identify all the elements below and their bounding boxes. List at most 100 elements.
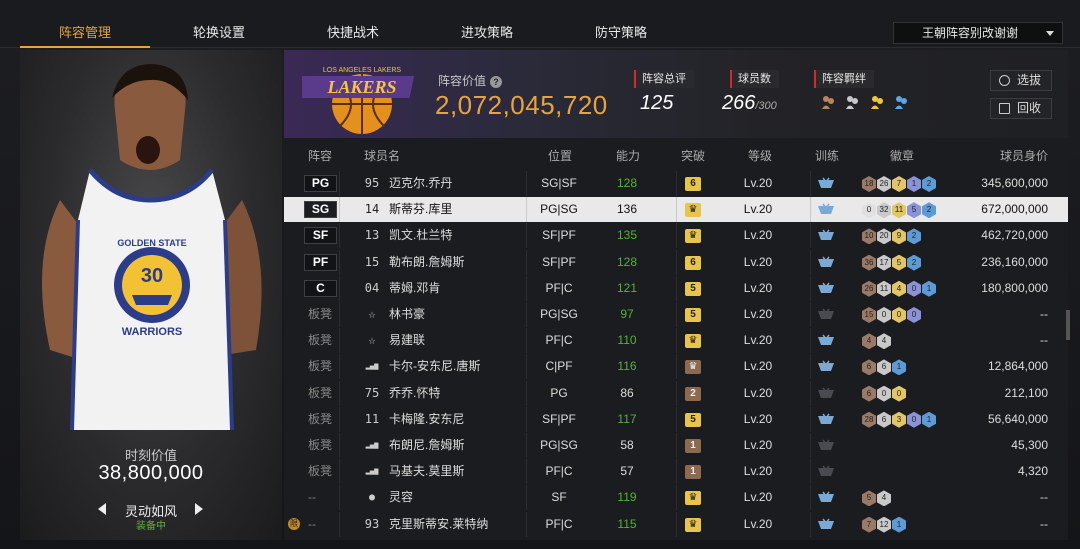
tab-offense[interactable]: 进攻策略 <box>422 0 552 48</box>
player-name[interactable]: 布朗尼.詹姆斯 <box>389 433 464 458</box>
training-icon[interactable] <box>817 360 835 373</box>
player-name[interactable]: 乔乔.怀特 <box>389 381 440 406</box>
table-row[interactable]: 板凳 75 乔乔.怀特 PG 86 2 Lv.20 6 0 0 212,100 <box>284 380 1068 406</box>
table-row[interactable]: 板凳 ▂▄▆ 布朗尼.詹姆斯 PG|SG 58 1 Lv.20 45,300 <box>284 433 1068 458</box>
tab-lineup[interactable]: 阵容管理 <box>20 0 150 48</box>
badge-list[interactable]: 0 32 11 5 2 <box>862 201 937 219</box>
select-button[interactable]: 选拔 <box>990 70 1052 91</box>
player-name[interactable]: 易建联 <box>389 328 425 353</box>
badge-list[interactable]: 36 17 5 2 <box>862 254 922 271</box>
lineup-position-box[interactable]: PG <box>304 175 337 192</box>
training-icon[interactable] <box>817 387 835 400</box>
badge-list[interactable]: 7 12 1 <box>862 516 907 533</box>
lineup-slot[interactable]: 板凳 <box>308 407 332 432</box>
badge-icon: 32 <box>877 202 891 219</box>
limited-badge-icon: 限 <box>288 517 300 530</box>
training-icon[interactable] <box>817 229 835 242</box>
lineup-slot[interactable]: 板凳 <box>308 381 332 406</box>
column-divider <box>676 511 677 537</box>
player-name[interactable]: 凯文.杜兰特 <box>389 223 452 248</box>
next-skill-arrow-icon[interactable] <box>195 503 203 515</box>
badge-icon: 1 <box>922 411 936 428</box>
training-icon[interactable] <box>817 308 835 321</box>
badge-list[interactable]: 54 <box>862 489 892 507</box>
player-name[interactable]: 勒布朗.詹姆斯 <box>389 250 464 275</box>
table-row[interactable]: PF 15 勒布朗.詹姆斯 SF|PF 128 6 Lv.20 36 17 5 2 236,160,0… <box>284 249 1068 275</box>
badge-list[interactable]: 28 6 3 0 1 <box>862 411 937 428</box>
lineup-position-box[interactable]: C <box>304 279 337 297</box>
badge-list[interactable]: 10 20 9 2 <box>862 227 922 245</box>
training-icon[interactable] <box>817 256 835 269</box>
table-row[interactable]: 板凳 ▂▄▆ 马基夫.莫里斯 PF|C 57 1 Lv.20 4,320 <box>284 459 1068 485</box>
lineup-slot[interactable]: 板凳 <box>308 459 332 484</box>
column-divider <box>810 223 811 249</box>
training-icon[interactable] <box>817 177 835 190</box>
badge-icon: 36 <box>862 254 876 271</box>
training-icon[interactable] <box>817 203 835 216</box>
player-name[interactable]: 卡尔-安东尼.唐斯 <box>389 354 480 379</box>
lineup-position-box[interactable]: SG <box>304 201 337 219</box>
lineup-slot[interactable]: -- <box>308 512 316 537</box>
tab-rotation[interactable]: 轮换设置 <box>154 0 284 48</box>
ability-rating: 135 <box>616 228 638 243</box>
recycle-button[interactable]: 回收 <box>990 98 1052 119</box>
player-position: PF|C <box>545 333 573 348</box>
training-icon[interactable] <box>817 491 835 504</box>
player-name[interactable]: 克里斯蒂安.莱特纳 <box>389 512 488 537</box>
column-divider <box>676 485 677 511</box>
scrollbar[interactable] <box>1066 310 1070 340</box>
table-row[interactable]: C 04 蒂姆.邓肯 PF|C 121 5 Lv.20 26 11 4 0 1 180,800,000 <box>284 275 1068 301</box>
jersey-number: 75 <box>364 385 380 400</box>
table-row[interactable]: 限 -- 93 克里斯蒂安.莱特纳 PF|C 115 ♛ Lv.20 7 12 1 -- <box>284 511 1068 537</box>
column-divider <box>810 249 811 275</box>
player-position: C|PF <box>545 359 573 374</box>
table-row[interactable]: 板凳 ☆ 林书豪 PG|SG 97 5 Lv.20 15 0 0 0 -- <box>284 302 1068 327</box>
player-level: Lv.20 <box>743 516 773 531</box>
lineup-dropdown[interactable]: 王朝阵容别改谢谢 <box>893 22 1063 44</box>
badge-list[interactable]: 26 11 4 0 1 <box>862 280 937 297</box>
player-name[interactable]: 迈克尔.乔丹 <box>389 171 452 196</box>
training-icon[interactable] <box>817 413 835 426</box>
training-icon[interactable] <box>817 282 835 295</box>
table-row[interactable]: SG 14 斯蒂芬.库里 PG|SG 136 ♛ Lv.20 0 32 11 5 2 672,000,0… <box>284 197 1068 223</box>
training-icon[interactable] <box>817 334 835 347</box>
badge-list[interactable]: 44 <box>862 332 892 350</box>
table-row[interactable]: 板凳 ▂▄▆ 卡尔-安东尼.唐斯 C|PF 116 ♛ Lv.20 6 6 1 12,864,000 <box>284 354 1068 380</box>
lineup-slot[interactable]: 板凳 <box>308 328 332 353</box>
player-value: -- <box>1040 333 1048 348</box>
lineup-slot[interactable]: 板凳 <box>308 433 332 458</box>
jersey-number: 11 <box>364 411 380 426</box>
player-value: 180,800,000 <box>981 280 1048 295</box>
player-name[interactable]: 灵容 <box>389 485 413 510</box>
training-icon[interactable] <box>817 518 835 531</box>
lineup-position-box[interactable]: SF <box>304 227 337 245</box>
player-name[interactable]: 马基夫.莫里斯 <box>389 459 464 484</box>
lineup-slot[interactable]: 板凳 <box>308 354 332 379</box>
training-icon[interactable] <box>817 439 835 452</box>
player-position: PG|SG <box>540 438 578 452</box>
table-row[interactable]: 板凳 11 卡梅隆.安东尼 SF|PF 117 5 Lv.20 28 6 3 0 1 56,640,00… <box>284 406 1068 432</box>
help-icon[interactable]: ? <box>490 76 503 88</box>
table-row[interactable]: 板凳 ☆ 易建联 PF|C 110 ♛ Lv.20 4 4 -- <box>284 328 1068 354</box>
player-count-max: /300 <box>755 100 777 112</box>
badge-list[interactable]: 15 0 0 0 <box>862 306 922 323</box>
table-row[interactable]: SF 13 凯文.杜兰特 SF|PF 135 ♛ Lv.20 10 20 9 2 462,720,00… <box>284 223 1068 249</box>
tab-quick-tactics[interactable]: 快捷战术 <box>288 0 418 48</box>
tab-defense[interactable]: 防守策略 <box>556 0 686 48</box>
lineup-position-box[interactable]: PF <box>304 253 337 271</box>
badge-icon: 6 <box>862 385 876 402</box>
badge-list[interactable]: 600 <box>862 385 907 402</box>
table-row[interactable]: PG 95 迈克尔.乔丹 SG|SF 128 6 Lv.20 18 26 7 1 2 345,600,0… <box>284 171 1068 196</box>
training-icon[interactable] <box>817 465 835 478</box>
recycle-icon <box>999 103 1010 114</box>
badge-list[interactable]: 18 26 7 1 2 <box>862 175 937 192</box>
player-name[interactable]: 蒂姆.邓肯 <box>389 276 440 301</box>
player-name[interactable]: 林书豪 <box>389 302 425 327</box>
lineup-slot[interactable]: 板凳 <box>308 302 332 327</box>
lineup-slot[interactable]: -- <box>308 485 316 510</box>
table-row[interactable]: -- ● 灵容 SF 119 ♛ Lv.20 5 4 -- <box>284 485 1068 511</box>
bond-icons[interactable] <box>820 94 913 115</box>
badge-list[interactable]: 661 <box>862 358 907 376</box>
player-name[interactable]: 斯蒂芬.库里 <box>389 197 452 222</box>
player-name[interactable]: 卡梅隆.安东尼 <box>389 407 464 432</box>
